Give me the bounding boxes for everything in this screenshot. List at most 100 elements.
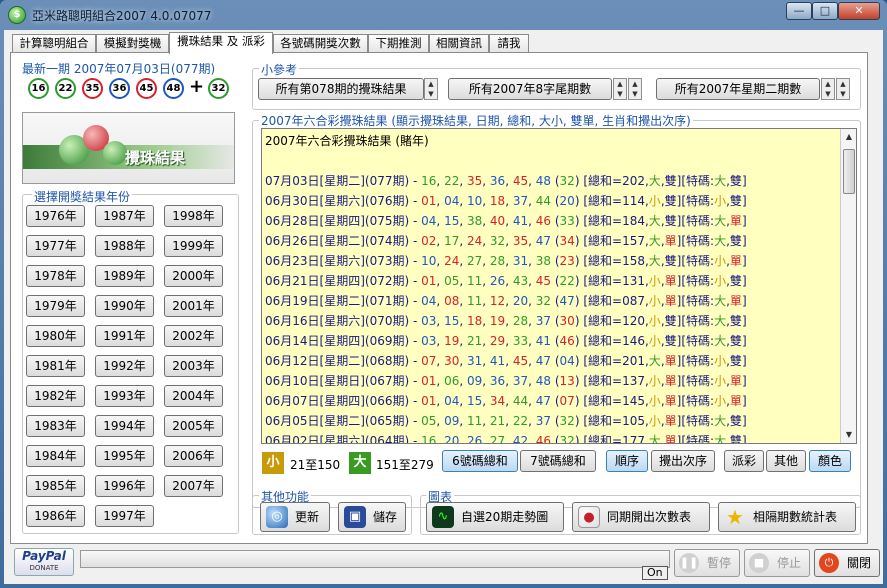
- result-number: 15: [444, 314, 460, 328]
- payout-button[interactable]: 派彩: [724, 450, 764, 472]
- year-button[interactable]: 1984年: [26, 445, 85, 467]
- donate-label: DONATE: [29, 564, 59, 572]
- result-special: 30: [559, 314, 575, 328]
- result-size: 小: [648, 294, 661, 308]
- ref-button-tail-8[interactable]: 所有2007年8字尾期數: [448, 78, 612, 100]
- year-button[interactable]: 1995年: [95, 445, 154, 467]
- result-number: 37: [512, 374, 529, 388]
- year-button[interactable]: 1979年: [26, 295, 85, 317]
- result-number: 36: [489, 374, 506, 388]
- spin-control[interactable]: ▲ ▼: [628, 78, 642, 100]
- close-button[interactable]: ✕: [838, 2, 880, 20]
- year-button[interactable]: 1989年: [95, 265, 154, 287]
- scroll-down-icon[interactable]: ▼: [841, 427, 856, 443]
- result-size: 小: [648, 314, 661, 328]
- result-sum: 120: [622, 314, 645, 328]
- draw-order-button[interactable]: 攪出次序: [651, 450, 715, 472]
- save-button[interactable]: ▣ 儲存: [338, 502, 406, 532]
- result-number: 33: [512, 334, 529, 348]
- year-button[interactable]: 1987年: [95, 205, 154, 227]
- minimize-button[interactable]: —: [786, 2, 812, 20]
- year-button[interactable]: 2002年: [164, 325, 223, 347]
- sum6-button[interactable]: 6號碼總和: [442, 450, 518, 472]
- sum7-button[interactable]: 7號碼總和: [520, 450, 596, 472]
- stop-button[interactable]: ■ 停止: [744, 549, 810, 577]
- year-button[interactable]: 2003年: [164, 355, 223, 377]
- result-sum: 131: [622, 274, 645, 288]
- spin-control[interactable]: ▲ ▼: [613, 78, 627, 100]
- results-scrollbar[interactable]: ▲ ▼: [840, 129, 856, 443]
- pause-button[interactable]: ❚❚ 暫停: [674, 549, 740, 577]
- same-period-button[interactable]: ● 同期開出次數表: [572, 502, 710, 532]
- year-button[interactable]: 1977年: [26, 235, 85, 257]
- year-button[interactable]: 1985年: [26, 475, 85, 497]
- other-button[interactable]: 其他: [766, 450, 806, 472]
- year-button[interactable]: 2001年: [164, 295, 223, 317]
- result-size: 小: [648, 374, 661, 388]
- tab-results[interactable]: 攪珠結果 及 派彩: [169, 32, 273, 54]
- result-parity: 雙: [664, 194, 677, 208]
- window-title: 亞米路聰明組合2007 4.0.07077: [32, 9, 212, 23]
- year-button[interactable]: 1978年: [26, 265, 85, 287]
- result-special-parity: 雙: [729, 174, 742, 188]
- year-button[interactable]: 1976年: [26, 205, 85, 227]
- results-textbox[interactable]: 2007年六合彩攪珠結果 (賭年) 07月03日[星期二](077期) - 16…: [261, 128, 857, 444]
- tab-simulate[interactable]: 模擬對獎機: [96, 34, 169, 53]
- green-ball-icon: [103, 141, 127, 165]
- result-parity: 單: [664, 434, 677, 444]
- ref-button-tuesday[interactable]: 所有2007年星期二期數: [656, 78, 820, 100]
- year-button[interactable]: 1986年: [26, 505, 85, 527]
- trend-chart-button[interactable]: ∿ 自選20期走勢圖: [426, 502, 564, 532]
- ref-button-issue-078[interactable]: 所有第078期的攪珠結果: [258, 78, 424, 100]
- year-button[interactable]: 2006年: [164, 445, 223, 467]
- result-number: 21: [466, 334, 483, 348]
- year-button[interactable]: 1981年: [26, 355, 85, 377]
- year-button[interactable]: 1988年: [95, 235, 154, 257]
- spin-control[interactable]: ▲ ▼: [424, 78, 438, 100]
- scroll-thumb[interactable]: [843, 149, 855, 194]
- paypal-donate-button[interactable]: PayPal DONATE: [14, 548, 74, 576]
- color-button[interactable]: 顏色: [809, 450, 851, 472]
- result-special-parity: 單: [729, 374, 742, 388]
- year-button[interactable]: 1982年: [26, 385, 85, 407]
- tab-about[interactable]: 請我: [489, 34, 529, 53]
- year-button[interactable]: 1993年: [95, 385, 154, 407]
- year-button[interactable]: 2005年: [164, 415, 223, 437]
- refresh-button[interactable]: ◎ 更新: [260, 502, 330, 532]
- year-button[interactable]: 1994年: [95, 415, 154, 437]
- result-number: 04: [444, 394, 460, 408]
- year-button[interactable]: 1990年: [95, 295, 154, 317]
- year-button[interactable]: 1997年: [95, 505, 154, 527]
- year-button[interactable]: 1992年: [95, 355, 154, 377]
- year-button[interactable]: 1998年: [164, 205, 223, 227]
- scroll-up-icon[interactable]: ▲: [841, 129, 856, 145]
- year-button[interactable]: 1980年: [26, 325, 85, 347]
- result-parity: 單: [664, 294, 677, 308]
- exit-label: 關閉: [847, 556, 872, 570]
- spin-control[interactable]: ▲ ▼: [821, 78, 835, 100]
- order-button[interactable]: 順序: [606, 450, 648, 472]
- result-number: 26: [466, 434, 483, 444]
- result-special: 23: [559, 254, 575, 268]
- tab-info[interactable]: 相關資訊: [429, 34, 489, 53]
- result-date: 06月02日[星期六](064期) -: [265, 434, 422, 444]
- tab-frequency[interactable]: 各號碼開獎次數: [273, 34, 368, 53]
- year-button[interactable]: 1999年: [164, 235, 223, 257]
- maximize-button[interactable]: □: [812, 2, 838, 20]
- year-button[interactable]: 2007年: [164, 475, 223, 497]
- result-number: 11: [466, 414, 483, 428]
- year-button[interactable]: 2004年: [164, 385, 223, 407]
- interval-stats-button[interactable]: ★ 相隔期數統計表: [718, 502, 856, 532]
- year-button[interactable]: 2000年: [164, 265, 223, 287]
- tab-calc[interactable]: 計算聰明組合: [12, 34, 96, 53]
- year-button[interactable]: 1996年: [95, 475, 154, 497]
- result-number: 08: [444, 294, 460, 308]
- small-legend-badge: 小: [262, 452, 284, 474]
- results-banner: 攪珠結果: [22, 112, 235, 184]
- spin-control[interactable]: ▲ ▼: [836, 78, 850, 100]
- year-button[interactable]: 1983年: [26, 415, 85, 437]
- result-number: 45: [535, 274, 552, 288]
- exit-button[interactable]: ⏻ 關閉: [814, 549, 880, 577]
- year-button[interactable]: 1991年: [95, 325, 154, 347]
- tab-predict[interactable]: 下期推測: [368, 34, 429, 53]
